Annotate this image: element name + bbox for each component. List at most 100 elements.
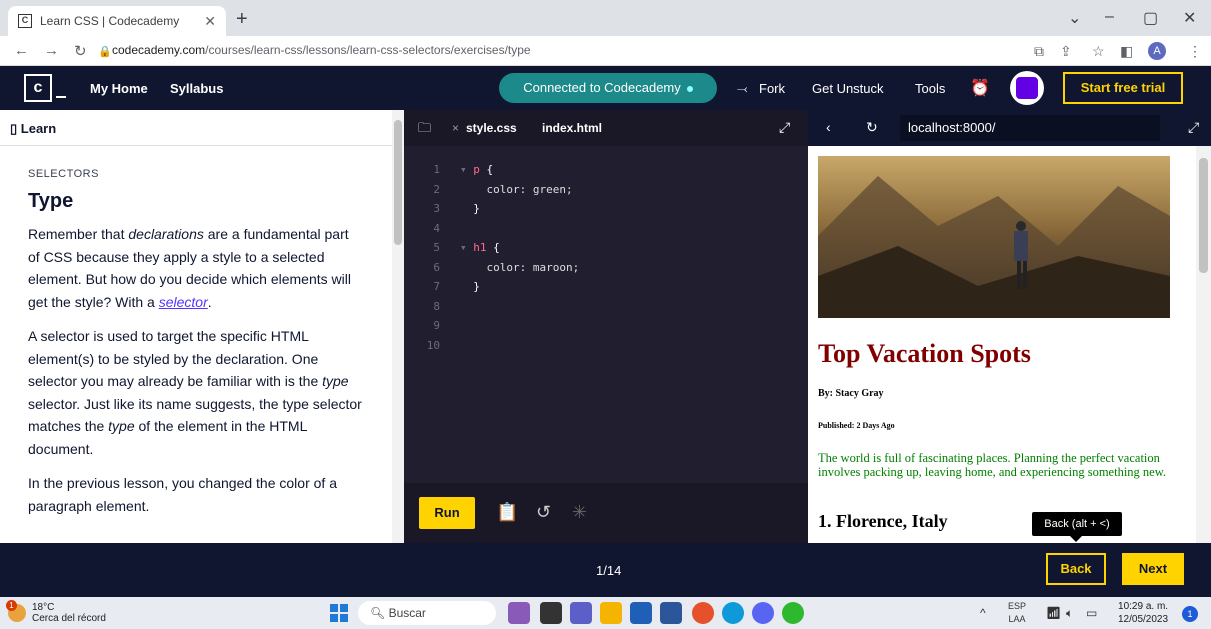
windows-start-icon[interactable]: [330, 604, 348, 622]
battery-icon[interactable]: ▭: [1086, 606, 1097, 620]
clock-date: 12/05/2023: [1118, 614, 1169, 625]
lang-code: ESP: [1008, 601, 1027, 611]
teams-icon[interactable]: [570, 602, 592, 624]
wifi-icon[interactable]: 📶︎: [1046, 606, 1061, 620]
lesson-footer: 1/14 Back Next: [0, 543, 1211, 597]
close-tab-icon[interactable]: ✕: [204, 13, 216, 30]
notification-badge[interactable]: 1: [1182, 606, 1198, 622]
preview-scrollbar[interactable]: [1196, 146, 1211, 543]
new-tab-icon[interactable]: +: [236, 8, 248, 31]
forward-arrow-icon[interactable]: →: [44, 42, 59, 59]
progress-indicator: 1/14: [596, 563, 622, 578]
taskbar-clock[interactable]: 10:29 a. m. 12/05/2023: [1118, 600, 1168, 626]
preview-expand-icon[interactable]: ⤢: [1188, 119, 1199, 136]
sidebar-icon[interactable]: ◧: [1120, 43, 1133, 60]
line-number: 8: [433, 299, 440, 313]
preview-page: Top Vacation Spots By: Stacy Gray Publis…: [808, 146, 1196, 543]
close-window-icon[interactable]: ✕: [1183, 8, 1196, 28]
editor-toolbar: Run 📋 ↺ ✳: [404, 483, 808, 543]
url-host: codecademy.com: [112, 43, 206, 57]
nav-syllabus[interactable]: Syllabus: [170, 81, 223, 96]
run-button[interactable]: Run: [419, 497, 475, 529]
translate-icon[interactable]: ⧉: [1034, 43, 1044, 60]
emphasis: type: [322, 373, 349, 389]
brace: {: [479, 163, 494, 176]
chevron-down-icon[interactable]: ⌄: [1068, 8, 1081, 28]
preview-refresh-icon[interactable]: ↻: [866, 119, 878, 136]
next-button[interactable]: Next: [1122, 553, 1184, 585]
browser-tab[interactable]: C Learn CSS | Codecademy ✕: [8, 6, 226, 36]
tab-index-html[interactable]: index.html: [542, 121, 602, 135]
volume-icon[interactable]: 🔈︎: [1066, 606, 1073, 621]
alarm-clock-icon[interactable]: ⏰: [970, 78, 990, 98]
file-explorer-icon[interactable]: [600, 602, 622, 624]
nav-my-home[interactable]: My Home: [90, 81, 148, 96]
user-avatar[interactable]: [1010, 71, 1044, 105]
codecademy-header: c My Home Syllabus Connected to Codecade…: [0, 66, 1211, 110]
scroll-thumb[interactable]: [1199, 158, 1208, 273]
logo-underscore: [56, 96, 66, 98]
fork-button[interactable]: Fork: [759, 81, 785, 96]
star-icon[interactable]: ☆: [1092, 43, 1105, 60]
back-arrow-icon[interactable]: ←: [14, 42, 29, 59]
menu-kebab-icon[interactable]: ⋮: [1188, 43, 1202, 60]
lock-icon: 🔒: [98, 46, 112, 58]
expand-icon[interactable]: ⤢: [779, 119, 790, 136]
weather-widget[interactable]: 1 18°C Cerca del récord: [6, 600, 106, 624]
emphasis: type: [108, 418, 135, 434]
learn-content: SELECTORS Type Remember that declaration…: [0, 146, 392, 543]
start-free-trial-button[interactable]: Start free trial: [1063, 72, 1183, 104]
minimize-icon[interactable]: –: [1105, 8, 1114, 26]
back-tooltip: Back (alt + <): [1032, 512, 1122, 542]
get-unstuck-button[interactable]: Get Unstuck: [812, 81, 884, 96]
preview-url: localhost:8000/: [908, 120, 996, 135]
tray-chevron-icon[interactable]: ^: [980, 606, 986, 620]
connected-status: Connected to Codecademy: [499, 73, 717, 103]
magic-wand-icon[interactable]: ✳: [572, 502, 587, 523]
codecademy-logo[interactable]: c: [24, 74, 52, 102]
preview-back-icon[interactable]: ‹: [826, 119, 831, 135]
hiker-photo: [818, 156, 1170, 318]
clipboard-icon[interactable]: 📋: [496, 502, 518, 523]
line-number: 4: [433, 221, 440, 235]
weather-icon: 1: [6, 600, 26, 622]
preview-city-heading: 1. Florence, Italy: [818, 511, 948, 531]
edge-icon[interactable]: [722, 602, 744, 624]
discord-icon[interactable]: [752, 602, 774, 624]
connected-label: Connected to Codecademy: [523, 80, 681, 95]
text: Remember that: [28, 226, 129, 242]
reload-icon[interactable]: ↻: [74, 42, 87, 60]
codecademy-favicon: C: [18, 14, 32, 28]
robot-avatar-icon: [1016, 77, 1038, 99]
chrome-icon[interactable]: [692, 602, 714, 624]
taskbar-search[interactable]: 🔍︎ Buscar: [358, 601, 496, 625]
lesson-paragraph-2: A selector is used to target the specifi…: [28, 325, 364, 460]
lesson-title: Type: [28, 190, 74, 212]
reset-icon[interactable]: ↺: [536, 502, 551, 523]
language-indicator[interactable]: ESP LAA: [1008, 600, 1026, 626]
preview-address[interactable]: localhost:8000/: [900, 115, 1160, 141]
back-button[interactable]: Back: [1046, 553, 1106, 585]
url-field[interactable]: codecademy.com/courses/learn-css/lessons…: [112, 43, 531, 57]
tools-button[interactable]: Tools: [915, 81, 945, 96]
profile-avatar[interactable]: A: [1148, 42, 1166, 60]
word-icon[interactable]: [660, 602, 682, 624]
task-view-icon[interactable]: [540, 602, 562, 624]
lesson-paragraph-3: In the previous lesson, you changed the …: [28, 475, 337, 514]
selector-link[interactable]: selector: [159, 294, 208, 310]
weather-desc: Cerca del récord: [32, 613, 106, 624]
store-icon[interactable]: [630, 602, 652, 624]
folder-icon[interactable]: 🗀: [418, 119, 431, 141]
close-file-icon[interactable]: ×: [452, 121, 459, 135]
browser-tabstrip: C Learn CSS | Codecademy ✕ + ⌄ – ▢ ✕: [0, 0, 1211, 36]
widgets-app-icon[interactable]: [508, 602, 530, 624]
scroll-thumb[interactable]: [394, 120, 402, 245]
line-number: 3: [433, 202, 440, 215]
selector-p: p: [473, 163, 480, 176]
share-icon[interactable]: ⇪: [1060, 43, 1072, 60]
learn-scrollbar[interactable]: [392, 110, 404, 543]
restore-icon[interactable]: ▢: [1143, 8, 1158, 28]
kahoot-icon[interactable]: [782, 602, 804, 624]
code-line: color: green;: [460, 182, 573, 196]
tab-style-css[interactable]: style.css: [466, 121, 517, 135]
